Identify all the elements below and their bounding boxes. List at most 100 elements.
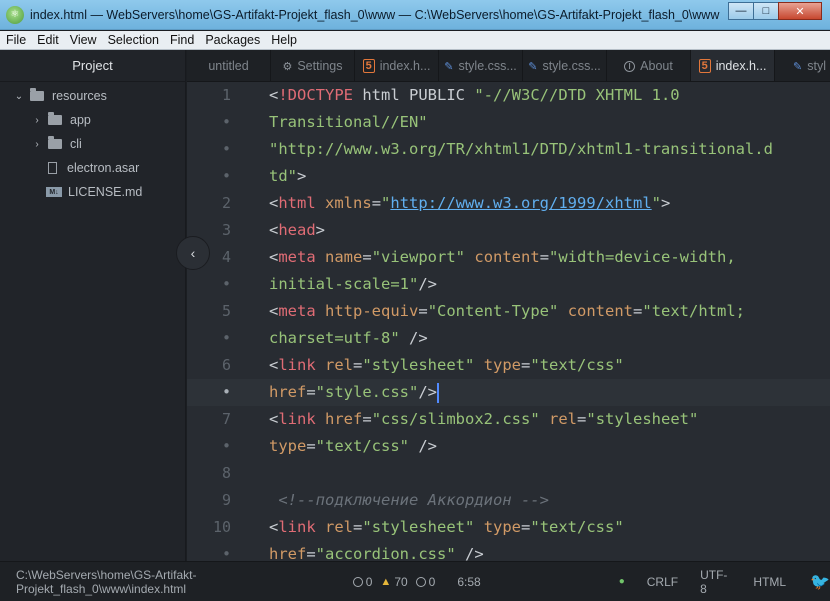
line-number: 9 [221,491,231,509]
collapse-sidebar-button[interactable]: ‹ [176,236,210,270]
code-text: type="text/css" /> [269,437,437,455]
tab-index-html-active[interactable]: 5 index.h... [691,50,775,81]
line-ending[interactable]: CRLF [647,575,678,589]
minimize-button[interactable]: — [728,2,754,20]
line-number: • [221,113,231,131]
tree-item-license-md[interactable]: M↓ LICENSE.md [0,180,185,204]
code-line[interactable]: 5 <meta http-equiv="Content-Type" content… [187,298,830,325]
line-number: 10 [212,518,231,536]
window-titlebar: ⚛ index.html — WebServers\home\GS-Artifa… [0,0,830,30]
info-count[interactable]: 0 [415,575,435,589]
code-text: <link href="css/slimbox2.css" rel="style… [269,410,699,428]
folder-icon [48,136,62,149]
tab-style-css-1[interactable]: ✎ style.css... [439,50,523,81]
tab-bar: untitled ⚙ Settings 5 index.h... ✎ style… [187,50,830,82]
line-number: • [221,167,231,185]
tab-label: About [640,59,673,73]
tree-item-cli[interactable]: › cli [0,132,185,156]
cursor-position[interactable]: 6:58 [457,575,480,589]
line-number: 1 [221,86,231,104]
line-number: • [221,329,231,347]
tab-settings[interactable]: ⚙ Settings [271,50,355,81]
code-line[interactable]: 3 <head> [187,217,830,244]
markdown-file-icon: M↓ [46,187,62,197]
folder-icon [30,88,44,101]
code-text: initial-scale=1"/> [269,275,437,293]
line-number: • [221,545,231,561]
tab-index-html-1[interactable]: 5 index.h... [355,50,439,81]
code-line[interactable]: 10 <link rel="stylesheet" type="text/css" [187,514,830,541]
file-encoding[interactable]: UTF-8 [700,568,731,596]
chevron-left-icon: ‹ [190,245,196,261]
code-line[interactable]: • td"> [187,163,830,190]
code-line[interactable]: • href="accordion.css" /> [187,541,830,561]
code-line[interactable]: • type="text/css" /> [187,433,830,460]
warning-icon: ▲ [380,575,392,588]
chevron-right-icon: › [35,138,39,150]
code-line[interactable]: • href="style.css"/> [187,379,830,406]
menu-help[interactable]: Help [271,33,297,47]
chevron-down-icon: ⌄ [14,90,24,102]
tab-label: untitled [208,59,249,73]
tree-item-label: electron.asar [67,161,140,175]
code-text: <meta http-equiv="Content-Type" content=… [269,302,746,320]
code-line[interactable]: • Transitional//EN" [187,109,830,136]
tree-item-app[interactable]: › app [0,108,185,132]
line-number: • [221,437,231,455]
code-line[interactable]: 6 <link rel="stylesheet" type="text/css" [187,352,830,379]
code-line[interactable]: • charset=utf-8" /> [187,325,830,352]
warning-count[interactable]: ▲ 70 [380,575,407,589]
code-line[interactable]: • "http://www.w3.org/TR/xhtml1/DTD/xhtml1… [187,136,830,163]
atom-app-icon: ⚛ [6,5,24,24]
menu-file[interactable]: File [6,33,26,47]
code-line[interactable]: 2 <html xmlns="http://www.w3.org/1999/xht… [187,190,830,217]
tab-about[interactable]: i About [607,50,691,81]
css-icon: ✎ [528,60,538,73]
code-text: <!--подключение Аккордион --> [269,491,549,509]
html-icon: 5 [698,59,711,73]
code-text: href="style.css"/> [269,382,439,403]
tree-root-resources[interactable]: ⌄ resources [0,84,185,108]
window-controls: — □ ✕ [728,2,822,20]
line-number: • [221,275,231,293]
text-cursor [437,382,439,403]
file-icon [48,162,57,174]
code-line[interactable]: 1 <!DOCTYPE html PUBLIC "-//W3C//DTD XHTM… [187,82,830,109]
code-text: <link rel="stylesheet" type="text/css" [269,356,624,374]
menu-find[interactable]: Find [170,33,194,47]
tab-style-css-2[interactable]: ✎ style.css... [523,50,607,81]
project-panel-title: Project [0,50,185,82]
menu-view[interactable]: View [70,33,97,47]
file-path[interactable]: C:\WebServers\home\GS-Artifakt-Projekt_f… [16,568,339,596]
line-number: 7 [221,410,231,428]
code-line[interactable]: 8 [187,460,830,487]
tree-item-electron-asar[interactable]: electron.asar [0,156,185,180]
tab-style-partial[interactable]: ✎ styl [775,50,830,81]
html-icon: 5 [362,59,375,73]
tab-untitled[interactable]: untitled [187,50,271,81]
close-button[interactable]: ✕ [778,2,822,20]
code-line[interactable]: 9 <!--подключение Аккордион --> [187,487,830,514]
code-text: Transitional//EN" [269,113,428,131]
tree-item-label: app [70,113,91,127]
window-title: index.html — WebServers\home\GS-Artifakt… [30,7,720,22]
menu-edit[interactable]: Edit [37,33,59,47]
code-text: "http://www.w3.org/TR/xhtml1/DTD/xhtml1-… [269,140,773,158]
grammar-selector[interactable]: HTML [753,575,786,589]
folder-icon [48,112,62,125]
tab-label: style.css... [458,59,517,73]
squirrel-update-icon[interactable]: 🐦 [810,572,830,592]
chevron-right-icon: › [35,114,39,126]
css-icon: ✎ [444,60,454,73]
tree-item-label: LICENSE.md [68,185,143,199]
line-number: • [221,383,231,401]
error-count-value: 0 [365,574,373,589]
code-line[interactable]: • initial-scale=1"/> [187,271,830,298]
error-count[interactable]: 0 [352,574,373,589]
code-editor[interactable]: 1 <!DOCTYPE html PUBLIC "-//W3C//DTD XHTM… [187,82,830,561]
code-line[interactable]: 7 <link href="css/slimbox2.css" rel="styl… [187,406,830,433]
maximize-button[interactable]: □ [753,2,779,20]
code-line[interactable]: 4 <meta name="viewport" content="width=de… [187,244,830,271]
menu-selection[interactable]: Selection [108,33,159,47]
menu-packages[interactable]: Packages [205,33,260,47]
